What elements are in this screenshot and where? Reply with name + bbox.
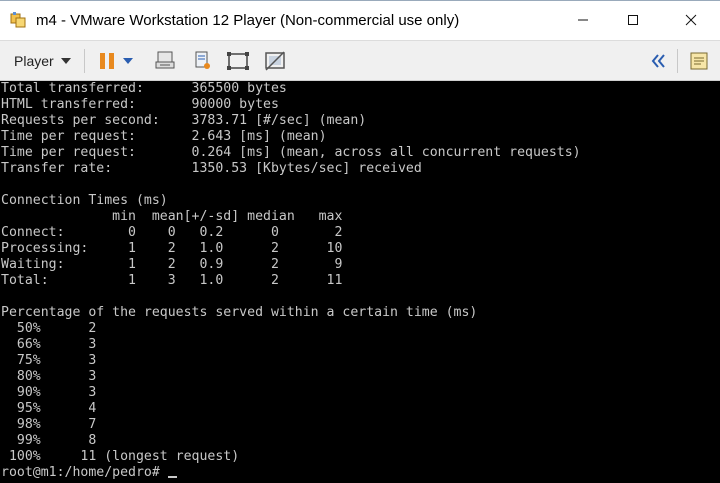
- terminal-line: 98% 7: [1, 417, 97, 432]
- pause-icon: [100, 53, 114, 69]
- minimize-button[interactable]: [560, 5, 606, 35]
- notes-icon: [690, 52, 708, 70]
- library-notes-button[interactable]: [686, 49, 712, 73]
- maximize-button[interactable]: [610, 5, 656, 35]
- player-menu-button[interactable]: Player: [6, 47, 79, 75]
- terminal-line: 100% 11 (longest request): [1, 449, 240, 464]
- terminal-line: Total: 1 3 1.0 2 11: [1, 273, 343, 288]
- terminal-line: Percentage of the requests served within…: [1, 305, 478, 320]
- maximize-icon: [628, 15, 638, 25]
- pause-dropdown-icon: [123, 58, 133, 64]
- terminal-line: Requests per second: 3783.71 [#/sec] (me…: [1, 113, 367, 128]
- terminal-line: Processing: 1 2 1.0 2 10: [1, 241, 343, 256]
- fit-guest-icon: [227, 52, 249, 70]
- fit-guest-button[interactable]: [225, 49, 251, 73]
- guest-console[interactable]: Total transferred: 365500 bytes HTML tran…: [0, 81, 720, 483]
- terminal-line: 90% 3: [1, 385, 97, 400]
- terminal-line: 50% 2: [1, 321, 97, 336]
- toolbar-separator: [677, 49, 678, 73]
- terminal-line: Connect: 0 0 0.2 0 2: [1, 225, 343, 240]
- window-title: m4 - VMware Workstation 12 Player (Non-c…: [36, 12, 460, 29]
- unity-icon: [265, 51, 285, 71]
- terminal-line: Time per request: 0.264 [ms] (mean, acro…: [1, 145, 581, 160]
- collapse-sidebar-button[interactable]: [645, 49, 671, 73]
- double-chevron-left-icon: [651, 54, 665, 68]
- player-toolbar: Player: [0, 40, 720, 81]
- terminal-line: 75% 3: [1, 353, 97, 368]
- minimize-icon: [578, 19, 588, 21]
- terminal-line: 80% 3: [1, 369, 97, 384]
- terminal-line: HTML transferred: 90000 bytes: [1, 97, 279, 112]
- send-ctrl-alt-del-button[interactable]: [152, 49, 178, 73]
- terminal-line: 66% 3: [1, 337, 97, 352]
- vmware-player-window: m4 - VMware Workstation 12 Player (Non-c…: [0, 0, 720, 483]
- close-icon: [685, 14, 697, 26]
- terminal-line: Connection Times (ms): [1, 193, 168, 208]
- unity-button[interactable]: [262, 49, 288, 73]
- terminal-line: 95% 4: [1, 401, 97, 416]
- pause-button[interactable]: [94, 49, 120, 73]
- removable-devices-icon: [195, 51, 210, 69]
- toolbar-separator: [84, 49, 85, 73]
- player-menu-label: Player: [14, 53, 54, 69]
- removable-devices-button[interactable]: [190, 49, 216, 73]
- prompt-line: root@m1:/home/pedro#: [1, 465, 720, 481]
- close-button[interactable]: [668, 5, 714, 35]
- terminal-line: Transfer rate: 1350.53 [Kbytes/sec] rece…: [1, 161, 422, 176]
- terminal-line: Waiting: 1 2 0.9 2 9: [1, 257, 343, 272]
- terminal-line: 99% 8: [1, 433, 97, 448]
- send-ctrl-alt-del-icon: [155, 51, 175, 69]
- pause-dropdown-button[interactable]: [120, 49, 136, 73]
- vmware-app-icon: [10, 11, 28, 29]
- terminal-line: min mean[+/-sd] median max: [1, 209, 343, 224]
- text-cursor: [167, 476, 177, 478]
- shell-prompt: root@m1:/home/pedro#: [1, 465, 168, 480]
- terminal-line: Time per request: 2.643 [ms] (mean): [1, 129, 327, 144]
- chevron-down-icon: [60, 58, 71, 64]
- terminal-line: Total transferred: 365500 bytes: [1, 81, 287, 96]
- title-bar[interactable]: m4 - VMware Workstation 12 Player (Non-c…: [0, 0, 720, 40]
